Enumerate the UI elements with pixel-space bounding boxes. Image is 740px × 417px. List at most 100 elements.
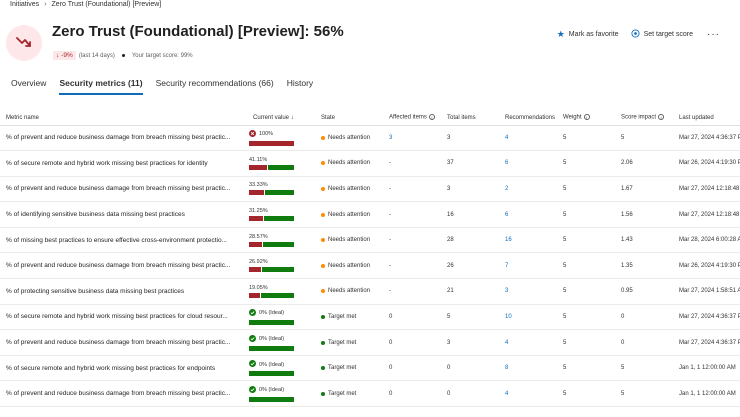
tab-history[interactable]: History	[287, 78, 313, 95]
metric-name[interactable]: % of prevent and reduce business damage …	[0, 125, 247, 152]
recommendations-link[interactable]: 6	[499, 201, 557, 228]
recommendations-link[interactable]: 4	[499, 125, 557, 152]
state-cell: Target met	[315, 304, 383, 331]
progress-bar	[249, 292, 294, 298]
col-affected-items[interactable]: Affected items i	[383, 111, 441, 126]
current-value-text: 33.33%	[249, 182, 268, 189]
recommendations-link[interactable]: 4	[499, 380, 557, 408]
col-current-value-label: Current value	[253, 114, 290, 121]
metric-name[interactable]: % of secure remote and hybrid work missi…	[0, 355, 247, 382]
tab-security-recommendations[interactable]: Security recommendations (66)	[156, 78, 274, 95]
table-row[interactable]: % of prevent and reduce business damage …	[0, 125, 740, 152]
metric-name[interactable]: % of secure remote and hybrid work missi…	[0, 150, 247, 177]
score-impact: 2.06	[615, 150, 673, 177]
col-metric-name[interactable]: Metric name	[0, 111, 247, 126]
last-updated: Mar 27, 2024 4:36:37 PM	[673, 329, 740, 356]
metric-name[interactable]: % of identifying sensitive business data…	[0, 201, 247, 228]
recommendations-link[interactable]: 16	[499, 227, 557, 254]
tab-overview[interactable]: Overview	[11, 78, 46, 95]
col-current-value[interactable]: Current value ↓	[247, 111, 315, 126]
weight: 5	[557, 329, 615, 356]
breadcrumb-initiatives-link[interactable]: Initiatives	[10, 1, 39, 8]
score-impact: 5	[615, 355, 673, 382]
score-impact: 0.95	[615, 278, 673, 305]
more-options-icon[interactable]: ···	[707, 29, 720, 40]
progress-bar-good	[249, 319, 294, 325]
current-value: 0% (Ideal)	[249, 308, 315, 319]
col-weight-label: Weight	[563, 115, 582, 122]
check-circle-icon	[249, 334, 256, 345]
weight: 5	[557, 176, 615, 203]
total-items: 21	[441, 278, 499, 305]
table-row[interactable]: % of protecting sensitive business data …	[0, 278, 740, 305]
affected-items: -	[383, 176, 441, 203]
last-updated: Mar 27, 2024 12:18:48 PM	[673, 176, 740, 203]
affected-items: -	[383, 201, 441, 228]
state-dot-icon	[321, 135, 325, 140]
mark-favorite-button[interactable]: ★ Mark as favorite	[557, 29, 619, 40]
table-row[interactable]: % of secure remote and hybrid work missi…	[0, 355, 740, 382]
recommendations-link[interactable]: 8	[499, 355, 557, 382]
state-dot-icon	[321, 161, 325, 166]
table-row[interactable]: % of prevent and reduce business damage …	[0, 380, 740, 408]
col-state[interactable]: State	[315, 111, 383, 126]
last-updated: Mar 27, 2024 1:58:51 AM	[673, 278, 740, 305]
table-row[interactable]: % of secure remote and hybrid work missi…	[0, 150, 740, 177]
state-text: Target met	[328, 390, 357, 397]
metric-name[interactable]: % of protecting sensitive business data …	[0, 278, 247, 305]
progress-bar	[249, 190, 294, 196]
recommendations-link[interactable]: 4	[499, 329, 557, 356]
metric-name[interactable]: % of prevent and reduce business damage …	[0, 176, 247, 203]
table-row[interactable]: % of identifying sensitive business data…	[0, 201, 740, 228]
metric-name[interactable]: % of prevent and reduce business damage …	[0, 329, 247, 356]
recommendations-link[interactable]: 10	[499, 304, 557, 331]
current-value: 19.05%	[249, 285, 315, 292]
current-value-text: 0% (Ideal)	[259, 387, 285, 394]
metric-name[interactable]: % of prevent and reduce business damage …	[0, 380, 247, 408]
current-value-text: 0% (Ideal)	[259, 336, 285, 343]
info-icon[interactable]: i	[428, 114, 435, 121]
metric-name[interactable]: % of secure remote and hybrid work missi…	[0, 304, 247, 331]
info-icon[interactable]: i	[658, 114, 665, 121]
col-last-updated[interactable]: Last updated	[673, 111, 740, 126]
col-recommendations[interactable]: Recommendations	[499, 111, 557, 126]
last-updated: Mar 26, 2024 4:19:30 PM	[673, 252, 740, 280]
score-subline: ↓ -9% (last 14 days) Your target score: …	[53, 51, 193, 60]
set-target-score-button[interactable]: Set target score	[631, 29, 693, 40]
recommendations-link[interactable]: 3	[499, 278, 557, 305]
last-updated: Mar 28, 2024 6:00:28 AM	[673, 227, 740, 254]
score-impact: 5	[615, 380, 673, 408]
state-dot-icon	[321, 263, 325, 268]
tab-security-metrics[interactable]: Security metrics (11)	[59, 78, 143, 95]
recommendations-link[interactable]: 2	[499, 176, 557, 203]
current-value-text: 41.11%	[249, 156, 268, 163]
state-dot-icon	[321, 314, 325, 319]
affected-items: 0	[383, 329, 441, 356]
current-value-cell: 33.33%	[247, 176, 315, 203]
state-cell: Needs attention	[315, 150, 383, 177]
col-total-items[interactable]: Total items	[441, 111, 499, 126]
recommendations-link[interactable]: 6	[499, 150, 557, 177]
total-items: 3	[441, 176, 499, 203]
info-icon[interactable]: i	[583, 114, 590, 121]
col-weight[interactable]: Weight i	[557, 111, 615, 126]
weight: 5	[557, 252, 615, 280]
current-value-cell: 0% (Ideal)	[247, 380, 315, 408]
last-updated: Jan 1, 1 12:00:00 AM	[673, 380, 740, 408]
table-row[interactable]: % of prevent and reduce business damage …	[0, 176, 740, 203]
affected-items: 0	[383, 304, 441, 331]
current-value: 26.92%	[249, 259, 315, 266]
affected-items[interactable]: 3	[383, 125, 441, 152]
table-row[interactable]: % of prevent and reduce business damage …	[0, 329, 740, 356]
recommendations-link[interactable]: 7	[499, 252, 557, 280]
metric-name[interactable]: % of missing best practices to ensure ef…	[0, 227, 247, 254]
table-row[interactable]: % of prevent and reduce business damage …	[0, 252, 740, 280]
affected-items: 0	[383, 380, 441, 408]
metric-name[interactable]: % of prevent and reduce business damage …	[0, 252, 247, 280]
table-row[interactable]: % of secure remote and hybrid work missi…	[0, 304, 740, 331]
state-dot-icon	[321, 212, 325, 217]
trend-badge: ↓ -9%	[53, 51, 76, 60]
trend-period: (last 14 days)	[78, 52, 115, 59]
table-row[interactable]: % of missing best practices to ensure ef…	[0, 227, 740, 254]
col-score-impact[interactable]: Score impact i	[615, 111, 673, 126]
